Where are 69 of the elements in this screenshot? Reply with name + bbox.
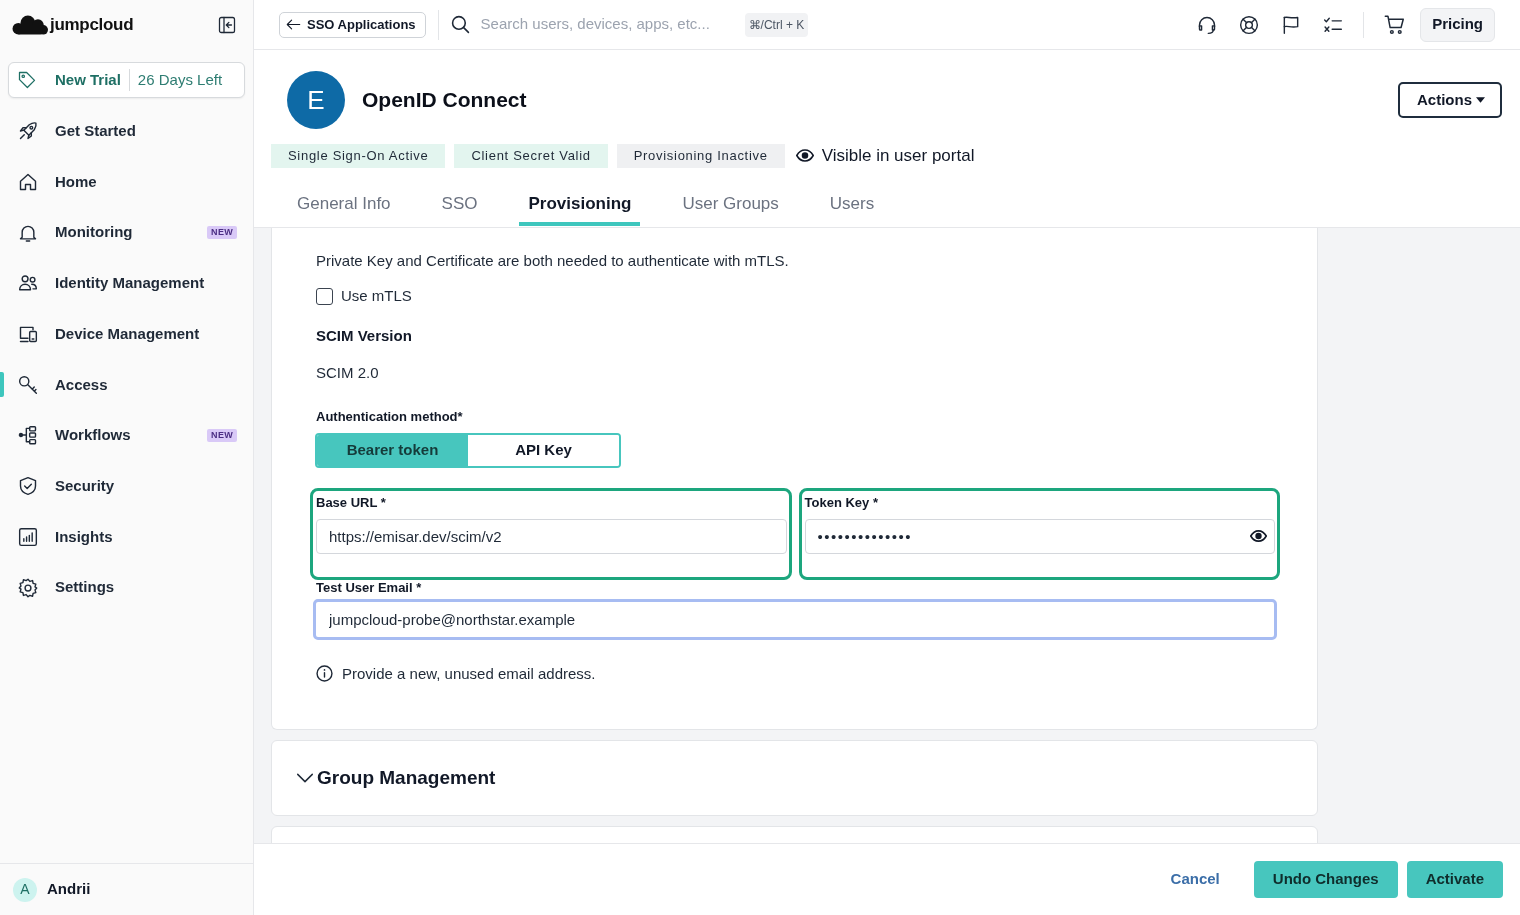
help-text: Private Key and Certificate are both needed to authenticate with mTLS. — [315, 250, 790, 271]
field-label: Base URL * — [316, 494, 387, 511]
input-field[interactable]: •••••••••••••• — [804, 518, 1275, 554]
section-title: Group Management — [317, 765, 496, 790]
actions-button[interactable]: Actions — [1398, 82, 1502, 118]
input-field[interactable]: https://emisar.dev/scim/v2 — [316, 518, 787, 554]
status-badge: Provisioning Inactive — [616, 143, 785, 168]
lifebuoy-icon[interactable] — [1239, 14, 1260, 35]
headset-icon[interactable] — [1197, 14, 1218, 35]
tab[interactable]: User Groups — [673, 181, 788, 226]
devices-icon — [18, 324, 38, 345]
undo-button[interactable]: Undo Changes — [1253, 861, 1398, 898]
user-name: Andrii — [47, 879, 91, 900]
search-icon — [450, 15, 470, 34]
shield-check-icon — [18, 476, 38, 497]
pricing-button[interactable]: Pricing — [1420, 7, 1495, 42]
home-icon — [18, 172, 38, 193]
tag-icon — [18, 71, 36, 89]
eye-icon — [795, 149, 814, 163]
sidebar-item[interactable]: Workflows — [0, 410, 139, 461]
trial-button[interactable]: New Trial 26 Days Left — [8, 62, 245, 98]
field-value: SCIM 2.0 — [315, 362, 380, 383]
status-badge: Single Sign-On Active — [271, 143, 446, 168]
field-label: Authentication method* — [316, 407, 464, 426]
input-field[interactable]: jumpcloud-probe@northstar.example — [313, 598, 1277, 640]
visibility-label: Visible in user portal — [821, 145, 975, 167]
field-label: Test User Email * — [315, 579, 423, 596]
sidebar-item[interactable]: Device Management — [0, 308, 208, 360]
sidebar-item[interactable]: Access — [0, 359, 116, 411]
eye-icon[interactable] — [1250, 530, 1267, 542]
back-button[interactable]: SSO Applications — [279, 11, 426, 38]
cloud-logo-icon — [12, 15, 48, 35]
checkbox[interactable] — [316, 288, 333, 305]
app-avatar: E — [287, 71, 345, 129]
sidebar-item[interactable]: Insights — [0, 511, 121, 563]
tab[interactable]: Users — [820, 181, 884, 226]
app-title: OpenID Connect — [362, 87, 527, 113]
sidebar-item[interactable]: Get Started — [0, 106, 144, 157]
segment-option[interactable]: Bearer token — [317, 434, 468, 466]
search-field[interactable]: Search users, devices, apps, etc... — [478, 12, 731, 37]
sidebar-item[interactable]: Monitoring — [0, 207, 141, 259]
sidebar-item[interactable]: Identity Management — [0, 258, 213, 309]
section-heading: SCIM Version — [315, 325, 413, 346]
caret-icon — [1476, 97, 1485, 103]
checkbox-label: Use mTLS — [341, 286, 412, 307]
status-badge: Client Secret Valid — [454, 143, 608, 168]
new-badge: NEW — [207, 226, 237, 240]
workflow-icon — [18, 425, 38, 446]
field-label: Token Key * — [804, 494, 879, 511]
activate-button[interactable]: Activate — [1406, 861, 1503, 898]
arrow-left-icon — [286, 17, 301, 32]
sidebar-item[interactable]: Settings — [0, 562, 123, 613]
settings-icon — [18, 577, 38, 598]
tab[interactable]: General Info — [288, 181, 400, 226]
user-avatar[interactable]: A — [13, 877, 37, 902]
logo-wordmark: jumpcloud — [50, 14, 134, 37]
cancel-button[interactable]: Cancel — [1161, 860, 1229, 899]
info-icon — [316, 665, 333, 683]
shortcut-hint: ⌘/Ctrl + K — [744, 12, 809, 37]
sidebar-item[interactable]: Security — [0, 460, 123, 512]
bar-chart-icon — [18, 526, 38, 547]
rocket-icon — [18, 121, 38, 142]
key-icon — [18, 374, 38, 395]
sidebar-item[interactable]: Home — [0, 156, 105, 208]
cart-icon[interactable] — [1384, 14, 1406, 35]
tab[interactable]: SSO — [432, 181, 487, 226]
new-badge: NEW — [207, 428, 237, 442]
collapse-sidebar-icon[interactable] — [218, 16, 236, 34]
hint-text: Provide a new, unused email address. — [342, 663, 596, 684]
